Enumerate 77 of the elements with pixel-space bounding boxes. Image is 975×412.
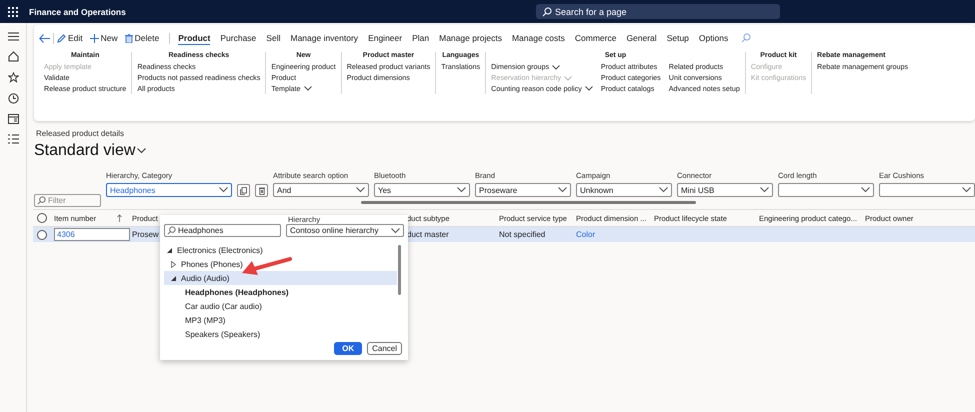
cancel-button[interactable]: Cancel: [367, 342, 402, 355]
chevron-down-icon: [962, 187, 971, 193]
ribbon-tab[interactable]: Purchase: [220, 31, 256, 45]
clock-icon[interactable]: [8, 93, 18, 104]
tree-item[interactable]: Headphones (Headphones): [164, 285, 397, 299]
chevron-down-icon: [457, 187, 466, 193]
expanded-icon[interactable]: [171, 276, 176, 280]
tree-item[interactable]: Electronics (Electronics): [164, 243, 397, 257]
menu-icon[interactable]: [8, 32, 18, 41]
chevron-down-icon: [861, 187, 870, 193]
ribbon-tab[interactable]: Engineer: [368, 31, 402, 45]
table-cell: Prosew: [132, 230, 159, 239]
ok-button[interactable]: OK: [334, 342, 362, 355]
search-icon: [542, 6, 552, 16]
back-icon[interactable]: [39, 34, 50, 42]
item-number-field[interactable]: 4306: [54, 228, 130, 241]
ribbon-tab[interactable]: Product: [178, 31, 210, 45]
tree-item[interactable]: MP3 (MP3): [164, 313, 397, 327]
dropdown-field[interactable]: Mini USB: [677, 183, 773, 197]
workspace-icon[interactable]: [8, 114, 18, 124]
star-icon[interactable]: [8, 72, 18, 83]
search-field[interactable]: Headphones: [164, 224, 281, 237]
collapsed-icon[interactable]: [171, 260, 176, 268]
chevron-down-icon: [137, 148, 146, 154]
chevron-down-icon: [558, 187, 567, 193]
app-launcher-icon[interactable]: [8, 6, 18, 16]
chevron-down-icon: [356, 187, 365, 193]
row-radio[interactable]: [37, 230, 47, 240]
delete-button[interactable]: [255, 184, 268, 197]
trash-icon: [258, 186, 264, 194]
tree-item[interactable]: Audio (Audio): [164, 271, 397, 285]
hierarchy-dropdown[interactable]: Contoso online hierarchy: [286, 224, 404, 237]
plus-icon: [90, 34, 99, 42]
trash-icon: [124, 34, 133, 42]
table-cell: Not specified: [499, 230, 546, 239]
dropdown-field[interactable]: [778, 183, 874, 197]
select-all-radio[interactable]: [37, 213, 47, 223]
home-icon[interactable]: [8, 51, 18, 62]
search-icon: [167, 226, 176, 235]
tree-item[interactable]: Car audio (Car audio): [164, 299, 397, 313]
chevron-down-icon: [760, 187, 769, 193]
ribbon-tab[interactable]: Manage projects: [439, 31, 502, 45]
ribbon-tab[interactable]: Options: [698, 31, 728, 45]
chevron-down-icon: [659, 187, 668, 193]
copy-button[interactable]: [237, 184, 250, 197]
app-title: Finance and Operations: [29, 6, 127, 16]
table-cell-link[interactable]: Color: [576, 230, 596, 239]
search-icon: [37, 196, 46, 205]
ribbon-tab[interactable]: General: [626, 31, 657, 45]
new-button[interactable]: New: [90, 31, 118, 45]
search-field[interactable]: Search for a page: [536, 4, 780, 19]
dropdown-field[interactable]: Proseware: [475, 183, 571, 197]
ribbon-tab[interactable]: Manage inventory: [290, 31, 358, 45]
list-icon[interactable]: [8, 134, 18, 144]
ribbon-tab[interactable]: Plan: [412, 31, 430, 45]
scrollbar[interactable]: [361, 201, 696, 204]
view-selector[interactable]: Standard view: [34, 142, 146, 160]
ribbon-tab[interactable]: Commerce: [574, 31, 616, 45]
dropdown-field[interactable]: Yes: [374, 183, 470, 197]
pencil-icon: [57, 34, 66, 42]
breadcrumb: Released product details: [35, 129, 126, 138]
chevron-down-icon: [219, 187, 228, 193]
dropdown-field[interactable]: Headphones: [106, 183, 232, 197]
dropdown-field[interactable]: And: [273, 183, 369, 197]
delete-button[interactable]: Delete: [124, 31, 160, 45]
tree-item[interactable]: Speakers (Speakers): [164, 327, 397, 341]
dropdown-field[interactable]: Unknown: [576, 183, 672, 197]
copy-icon: [240, 186, 247, 194]
scrollbar[interactable]: [398, 245, 401, 295]
chevron-down-icon: [391, 228, 400, 234]
dropdown-field[interactable]: [879, 183, 975, 197]
ribbon-tab[interactable]: Manage costs: [512, 31, 565, 45]
ribbon-tab[interactable]: Setup: [666, 31, 689, 45]
edit-button[interactable]: Edit: [57, 31, 83, 45]
tree-item[interactable]: Phones (Phones): [164, 257, 397, 271]
expanded-icon[interactable]: [167, 248, 172, 252]
ribbon-tab[interactable]: Sell: [266, 31, 280, 45]
